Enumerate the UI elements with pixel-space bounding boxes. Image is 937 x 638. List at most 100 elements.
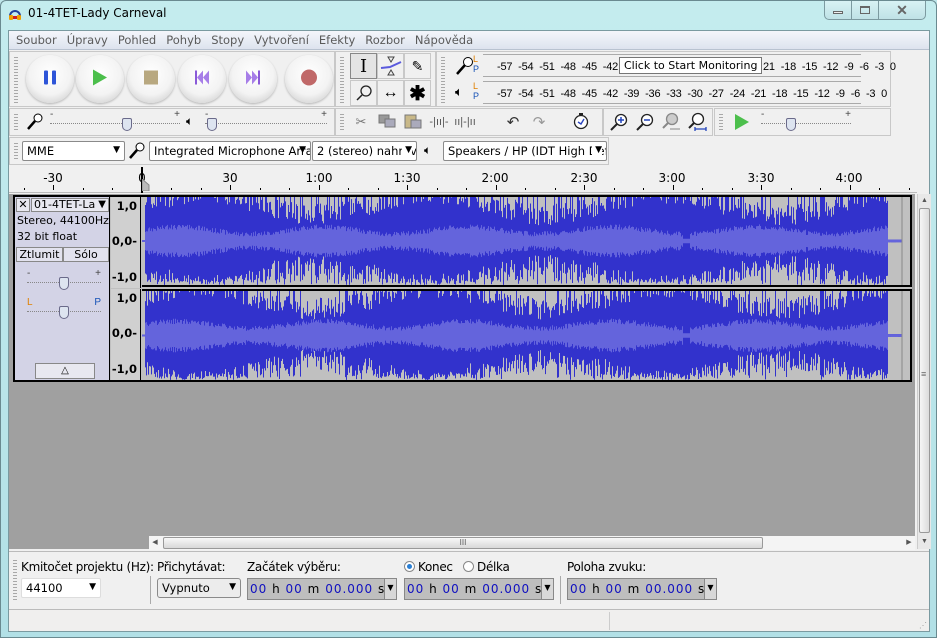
toolbar-grip[interactable] — [12, 141, 20, 161]
transport-toolbar — [9, 51, 335, 107]
project-rate-select[interactable]: 44100 ▼ — [21, 578, 101, 598]
menu-pohled[interactable]: Pohled — [113, 33, 161, 47]
solo-button[interactable]: Sólo — [63, 247, 109, 262]
menu-rozbor[interactable]: Rozbor — [360, 33, 410, 47]
vertical-scroll-thumb[interactable]: ≡ — [919, 208, 930, 533]
length-radio-option[interactable]: Délka — [463, 560, 510, 574]
menu-pohyb[interactable]: Pohyb — [161, 33, 206, 47]
selection-end-field[interactable]: 00 h 00 m 00.000 s ▼ — [404, 578, 554, 600]
input-channels-select[interactable]: 2 (stereo) nahráv ▼ — [312, 141, 417, 161]
slider-thumb[interactable] — [59, 306, 69, 319]
menu-vytvoreni[interactable]: Vytvoření — [249, 33, 314, 47]
record-button[interactable] — [285, 55, 333, 103]
audio-position-field[interactable]: 00 h 00 m 00.000 s ▼ — [567, 578, 717, 600]
ruler-tick — [849, 185, 851, 190]
toolbar-grip[interactable] — [439, 55, 447, 103]
speaker-icon[interactable]: 🔈︎ — [455, 84, 463, 100]
minimize-button[interactable] — [825, 1, 852, 19]
resize-grip-icon[interactable]: ⋰ — [919, 621, 927, 630]
envelope-tool-button[interactable] — [377, 53, 404, 79]
playback-meter[interactable]: 🔈︎ LP -57 -54 -51 -48 -45 -42 -39 -36 -3… — [451, 81, 889, 104]
playback-speed-slider[interactable]: - + — [761, 109, 851, 131]
toolbar-grip[interactable] — [12, 55, 20, 103]
length-radio[interactable] — [463, 561, 474, 572]
end-radio-option[interactable]: Konec — [404, 560, 453, 574]
track-name-menu[interactable]: 01-4TET-La ▼ — [31, 198, 109, 212]
track-pan-slider[interactable]: L P — [27, 297, 101, 319]
toolbar-grip[interactable] — [338, 55, 346, 103]
playback-meter-scale[interactable]: -57 -54 -51 -48 -45 -42 -39 -36 -33 -30 … — [483, 81, 887, 104]
close-button[interactable]: ✕ — [879, 1, 925, 19]
redo-button[interactable]: ↷ — [526, 110, 552, 134]
scroll-right-button[interactable]: ▶ — [903, 536, 915, 550]
chevron-down-icon: ▼ — [89, 582, 96, 592]
minutes-value: 00 — [605, 582, 623, 596]
horizontal-scroll-thumb[interactable]: III — [163, 537, 763, 549]
sync-lock-button[interactable] — [568, 110, 594, 134]
waveform-right-channel[interactable] — [142, 291, 910, 380]
fit-selection-button[interactable] — [658, 110, 684, 134]
format-dropdown-icon[interactable]: ▼ — [541, 579, 553, 599]
selection-start-field[interactable]: 00 h 00 m 00.000 s ▼ — [247, 578, 397, 600]
stop-button[interactable] — [127, 55, 175, 103]
toolbar-grip[interactable] — [717, 112, 725, 132]
multi-tool-button[interactable]: ✱ — [404, 80, 431, 106]
play-button[interactable] — [76, 55, 124, 103]
play-at-speed-button[interactable] — [729, 110, 755, 134]
microphone-icon[interactable] — [455, 56, 475, 81]
toolbar-grip[interactable] — [338, 112, 346, 132]
output-device-select[interactable]: Speakers / HP (IDT High Defir ▼ — [443, 141, 607, 161]
slider-thumb[interactable] — [122, 118, 132, 131]
pause-button[interactable] — [26, 55, 74, 103]
selection-tool-button[interactable]: I — [350, 53, 377, 79]
menu-stopy[interactable]: Stopy — [206, 33, 249, 47]
track-gain-slider[interactable]: - + — [27, 268, 101, 290]
draw-tool-button[interactable]: ✎ — [404, 53, 431, 79]
scroll-down-button[interactable]: ▼ — [918, 535, 931, 549]
slider-thumb[interactable] — [59, 277, 69, 290]
menu-napoveda[interactable]: Nápověda — [410, 33, 478, 47]
scroll-left-button[interactable]: ◀ — [149, 536, 161, 550]
zoom-out-button[interactable] — [632, 110, 658, 134]
toolbar-grip[interactable] — [12, 112, 20, 132]
skip-end-icon — [246, 70, 260, 88]
slider-thumb[interactable] — [207, 118, 217, 131]
record-volume-slider[interactable]: - + — [50, 109, 180, 131]
format-dropdown-icon[interactable]: ▼ — [384, 579, 396, 599]
menu-upravy[interactable]: Úpravy — [62, 33, 113, 47]
ruler-tick — [259, 188, 261, 190]
format-dropdown-icon[interactable]: ▼ — [704, 579, 716, 599]
slider-thumb[interactable] — [786, 118, 796, 131]
snap-select[interactable]: Vypnuto ▼ — [157, 578, 241, 598]
input-device-select[interactable]: Integrated Microphone Array ▼ — [149, 141, 311, 161]
silence-button[interactable]: ıı|-|ıı — [452, 110, 478, 134]
collapse-track-button[interactable]: △ — [35, 363, 95, 379]
menu-efekty[interactable]: Efekty — [314, 33, 360, 47]
zoom-in-button[interactable] — [606, 110, 632, 134]
track-close-button[interactable]: ✕ — [16, 198, 30, 212]
end-radio[interactable] — [404, 561, 415, 572]
waveform-left-channel[interactable] — [142, 197, 910, 285]
vertical-scrollbar[interactable]: ▲ ≡ ▼ — [917, 194, 931, 549]
trim-button[interactable]: -|ıı|- — [426, 110, 452, 134]
maximize-button[interactable] — [852, 1, 879, 19]
cut-button[interactable]: ✂ — [348, 110, 374, 134]
stop-icon — [144, 70, 158, 88]
scroll-up-button[interactable]: ▲ — [918, 194, 931, 208]
copy-button[interactable] — [374, 110, 400, 134]
zoom-tool-button[interactable] — [350, 80, 377, 106]
menu-soubor[interactable]: Soubor — [11, 33, 62, 47]
skip-to-start-button[interactable] — [178, 55, 226, 103]
snap-value: Vypnuto — [162, 581, 210, 595]
toolbar-grip[interactable] — [11, 558, 19, 602]
skip-to-end-button[interactable] — [229, 55, 277, 103]
paste-button[interactable] — [400, 110, 426, 134]
audio-host-select[interactable]: MME ▼ — [22, 141, 125, 161]
undo-button[interactable]: ↶ — [500, 110, 526, 134]
timeline-ruler[interactable]: -30 0 30 1:00 1:30 2:00 2:30 3:00 3:30 4… — [9, 167, 917, 193]
fit-project-button[interactable] — [684, 110, 710, 134]
playback-volume-slider[interactable]: - + — [205, 109, 327, 131]
timeshift-tool-button[interactable]: ↔ — [377, 80, 404, 106]
mute-button[interactable]: Ztlumit — [16, 247, 63, 262]
horizontal-scrollbar[interactable]: ◀ III ▶ — [149, 536, 915, 550]
